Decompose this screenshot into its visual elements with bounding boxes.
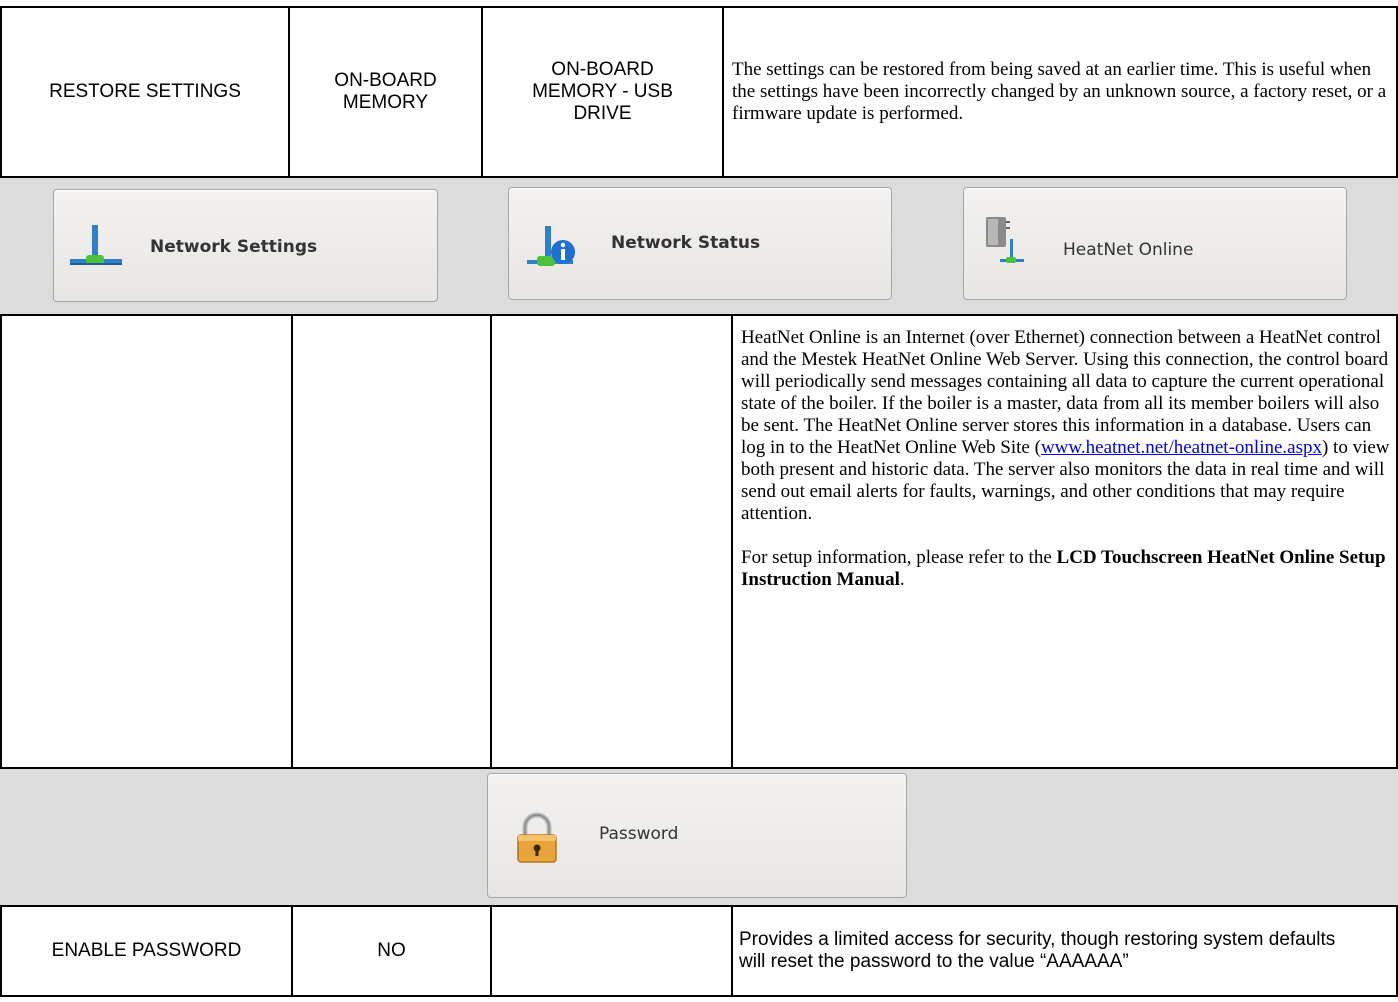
network-buttons-band: Network Settings Network Status HeatNet … xyxy=(0,178,1398,314)
network-settings-icon xyxy=(68,221,124,282)
network-settings-label: Network Settings xyxy=(150,237,318,257)
password-button[interactable]: Password xyxy=(487,773,907,898)
heatnet-online-row: HeatNet Online is an Internet (over Ethe… xyxy=(0,314,1398,769)
password-default-value: NO xyxy=(293,907,492,995)
setup-info-period: . xyxy=(899,569,905,590)
password-description: Provides a limited access for security, … xyxy=(739,929,1336,972)
heatnet-online-label: HeatNet Online xyxy=(1063,240,1194,260)
restore-default-value: ON-BOARD MEMORY xyxy=(290,8,483,176)
restore-setting-name: RESTORE SETTINGS xyxy=(2,8,290,176)
network-status-button[interactable]: Network Status xyxy=(508,187,892,300)
restore-settings-row: RESTORE SETTINGS ON-BOARD MEMORY ON-BOAR… xyxy=(0,6,1398,178)
server-network-icon xyxy=(978,213,1034,278)
password-range-value xyxy=(492,907,733,995)
restore-range-value: ON-BOARD MEMORY - USB DRIVE xyxy=(483,8,724,176)
heatnet-default-value xyxy=(293,316,492,767)
network-status-label: Network Status xyxy=(611,233,761,253)
heatnet-online-button[interactable]: HeatNet Online xyxy=(963,187,1347,300)
restore-description-text: The settings can be restored from being … xyxy=(732,59,1387,124)
setup-info-paragraph: For setup information, please refer to t… xyxy=(741,547,1390,591)
password-button-band: Password xyxy=(0,769,1398,905)
setup-info-text: For setup information, please refer to t… xyxy=(741,547,1057,568)
password-setting-name: ENABLE PASSWORD xyxy=(2,907,293,995)
heatnet-setting-name xyxy=(2,316,293,767)
network-status-icon xyxy=(525,222,581,283)
heatnet-range-value xyxy=(492,316,733,767)
heatnet-online-link[interactable]: www.heatnet.net/heatnet-online.aspx xyxy=(1041,437,1322,458)
restore-description: The settings can be restored from being … xyxy=(724,8,1396,176)
heatnet-description-paragraph: HeatNet Online is an Internet (over Ethe… xyxy=(741,327,1390,525)
network-settings-button[interactable]: Network Settings xyxy=(53,189,438,302)
heatnet-description: HeatNet Online is an Internet (over Ethe… xyxy=(733,316,1396,767)
enable-password-row: ENABLE PASSWORD NO Provides a limited ac… xyxy=(0,905,1398,997)
password-label: Password xyxy=(599,824,679,844)
lock-icon xyxy=(515,812,559,869)
